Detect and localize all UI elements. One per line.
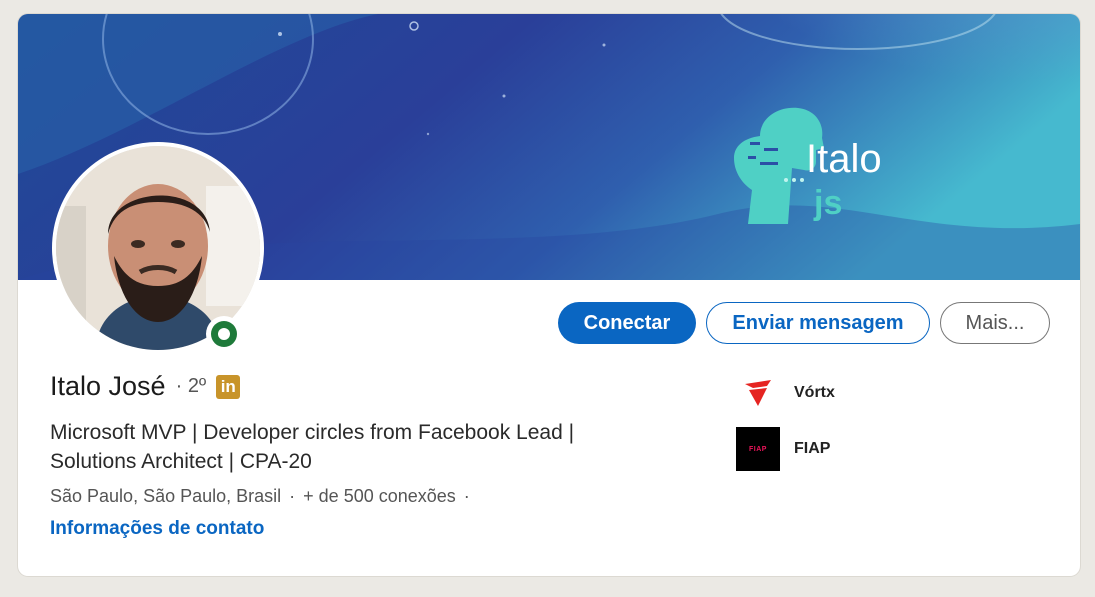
brand-primary-text: Italo — [806, 137, 882, 181]
online-status-icon — [206, 316, 242, 352]
profile-name-row: Italo José · 2º in — [50, 371, 241, 402]
profile-name: Italo José — [50, 371, 166, 401]
company-name: Vórtx — [794, 384, 835, 401]
connection-degree: · 2º — [176, 375, 207, 398]
company-item[interactable]: FIAP FIAP — [736, 422, 835, 476]
fiap-logo-icon: FIAP — [736, 427, 780, 471]
contact-info-link[interactable]: Informações de contato — [50, 518, 264, 540]
degree-separator: · — [175, 375, 183, 397]
meta-separator-trailing: · — [463, 486, 470, 506]
company-name: FIAP — [794, 440, 831, 457]
profile-actions: Conectar Enviar mensagem Mais... — [558, 302, 1050, 344]
connections-count[interactable]: + de 500 conexões — [303, 486, 456, 507]
degree-value: 2º — [187, 375, 207, 397]
profile-card: Italo js Conectar Enviar mensagem Mais..… — [18, 14, 1080, 576]
company-item[interactable]: Vórtx — [736, 366, 835, 420]
profile-companies: Vórtx FIAP FIAP — [736, 366, 835, 478]
headline-line-2: Solutions Architect | CPA-20 — [50, 450, 312, 473]
meta-separator: · — [289, 486, 296, 506]
brand-secondary-text: js — [813, 184, 842, 222]
profile-meta-row: São Paulo, São Paulo, Brasil · + de 500 … — [50, 486, 470, 507]
more-button[interactable]: Mais... — [940, 302, 1050, 344]
profile-location: São Paulo, São Paulo, Brasil — [50, 486, 282, 506]
connect-button[interactable]: Conectar — [558, 302, 696, 344]
linkedin-premium-icon: in — [216, 374, 241, 399]
fiap-logo-text: FIAP — [749, 445, 767, 453]
vortx-logo-icon — [736, 371, 780, 415]
send-message-button[interactable]: Enviar mensagem — [706, 302, 930, 344]
profile-headline: Microsoft MVP | Developer circles from F… — [50, 418, 690, 476]
headline-line-1: Microsoft MVP | Developer circles from F… — [50, 421, 575, 444]
